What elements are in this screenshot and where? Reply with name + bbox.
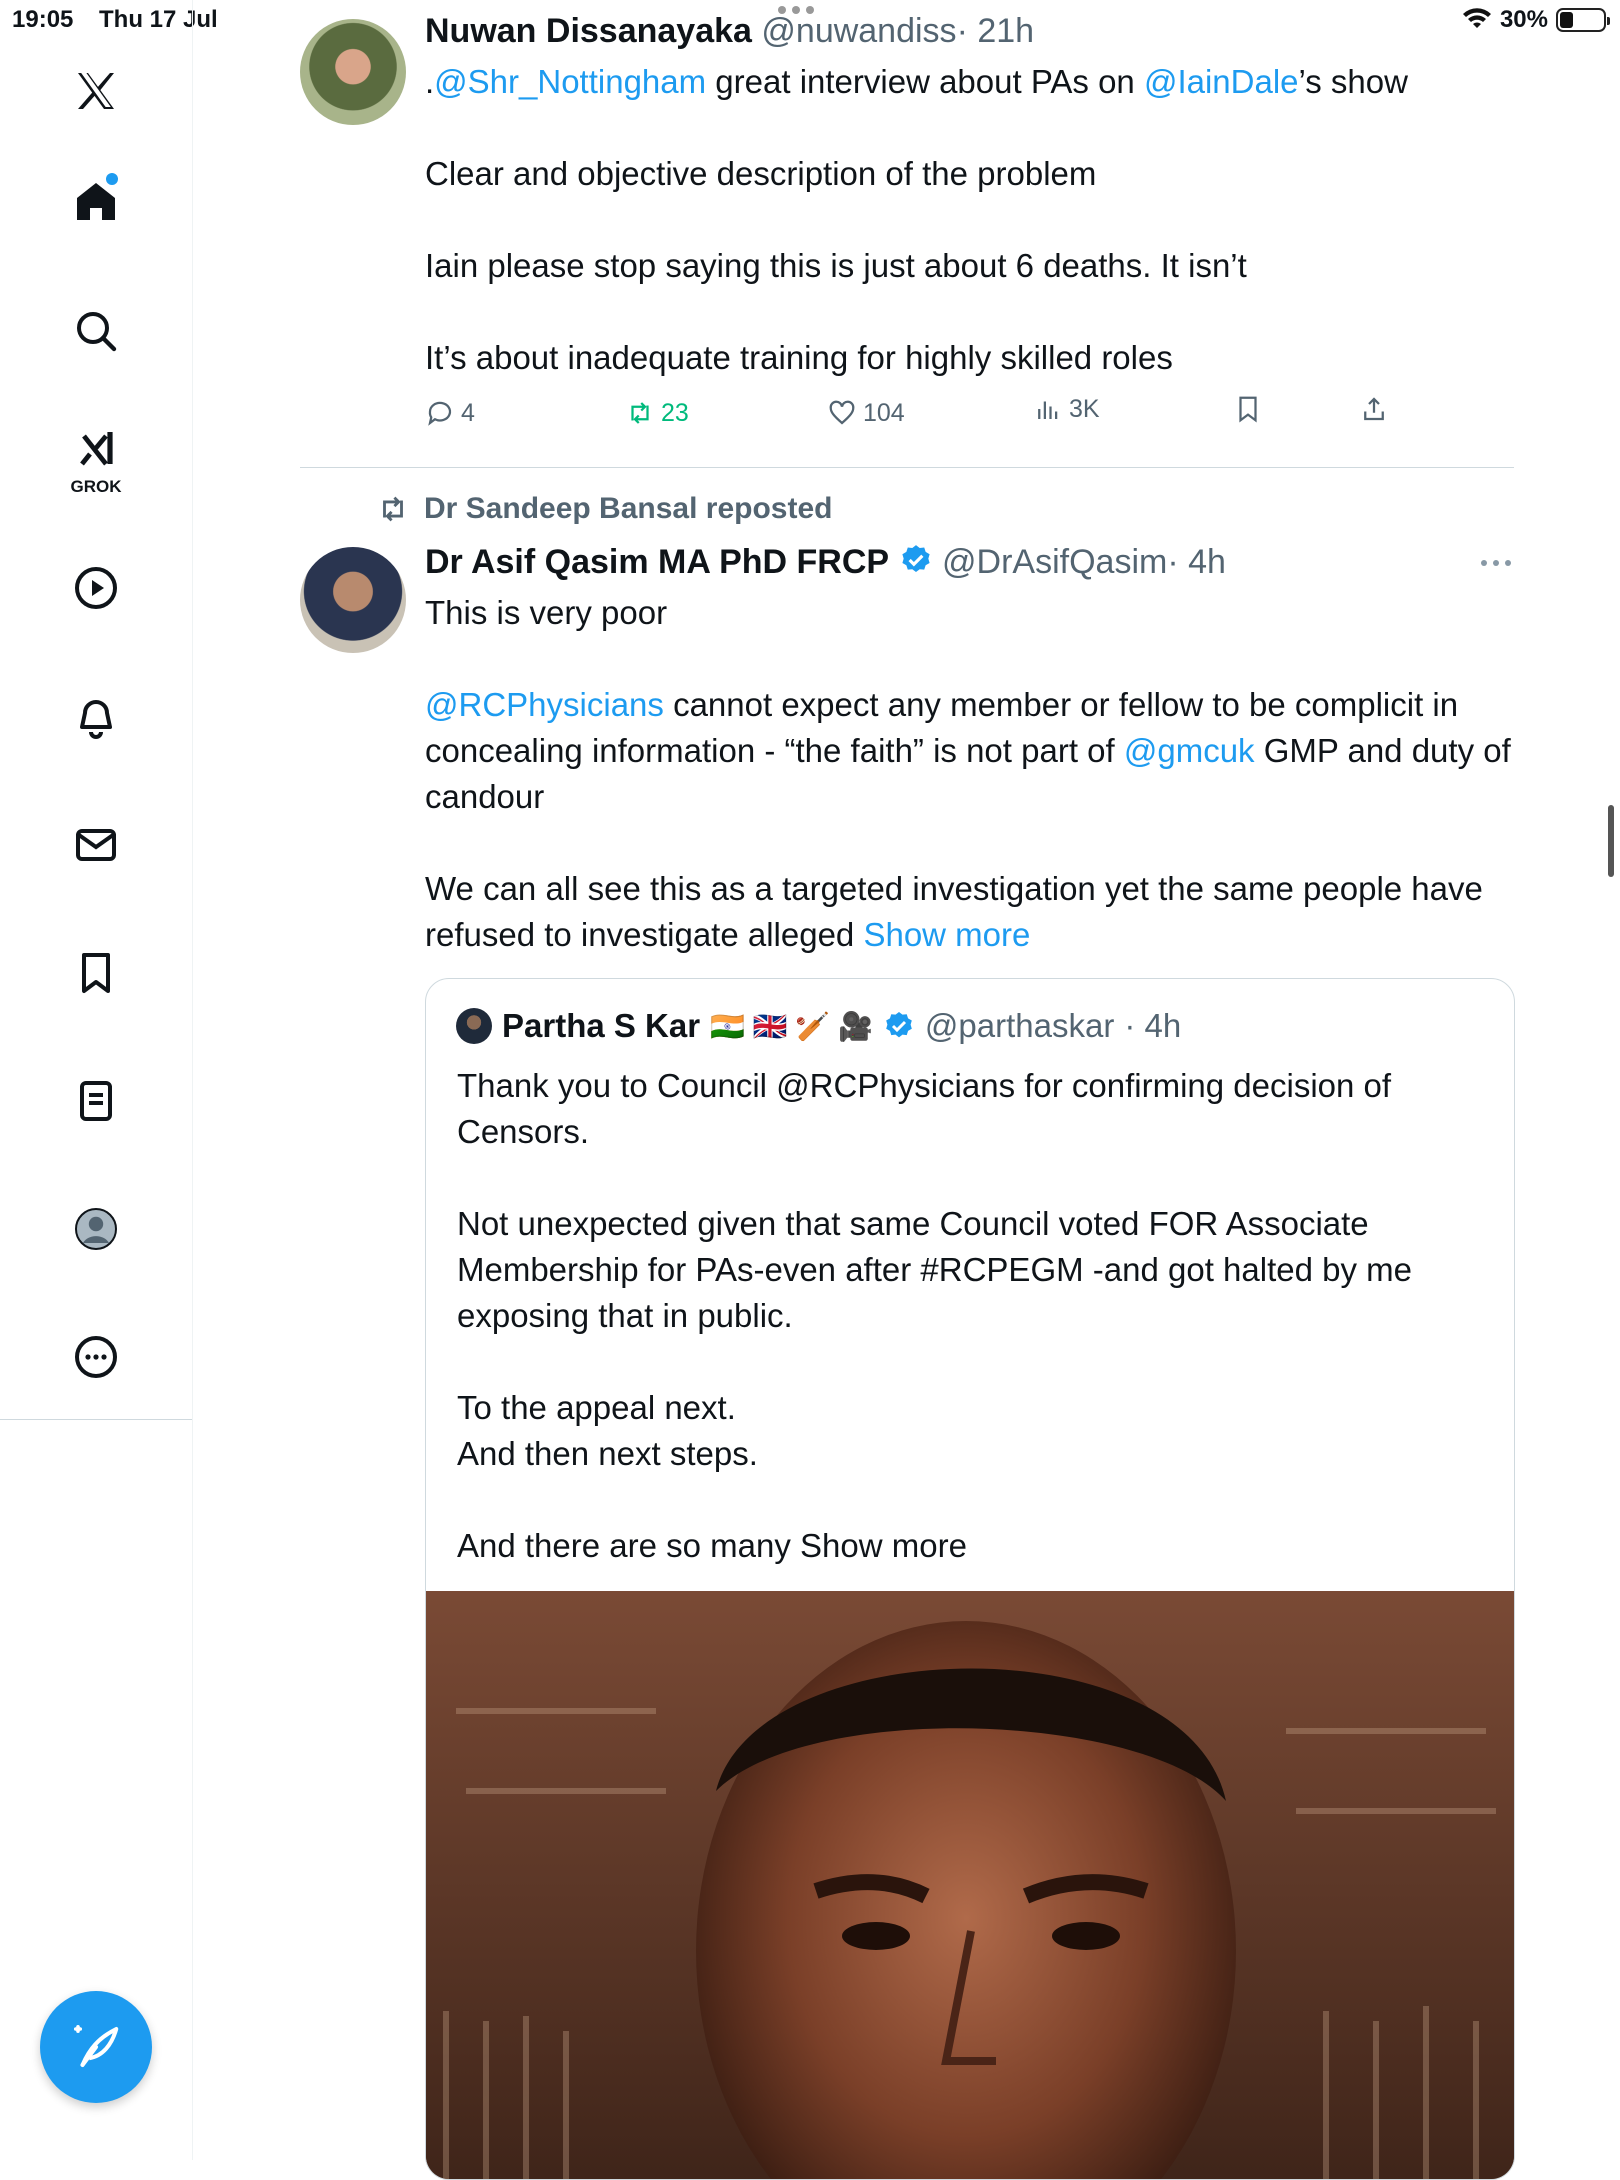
repost-icon	[383, 496, 403, 522]
repost-by-label: Dr Sandeep Bansal reposted	[424, 492, 833, 525]
compose-post-button[interactable]	[40, 1991, 152, 2103]
bell-icon	[80, 700, 112, 739]
repost-button[interactable]: 23	[625, 398, 689, 428]
author-handle[interactable]: @DrAsifQasim	[942, 543, 1167, 581]
scrollbar[interactable]	[1608, 805, 1614, 877]
verified-badge-icon	[886, 1012, 912, 1038]
sidebar-item-messages[interactable]	[56, 805, 136, 885]
bookmark-icon	[1239, 396, 1257, 423]
compose-feather-icon	[73, 2024, 119, 2068]
view-count: 3K	[1069, 394, 1100, 423]
tweet-text: This is very poor @RCPhysicians cannot e…	[425, 590, 1515, 958]
sidebar-item-home[interactable]	[56, 162, 136, 242]
search-icon	[77, 312, 117, 352]
play-circle-icon	[75, 567, 117, 609]
envelope-icon	[76, 829, 116, 861]
repost-attribution[interactable]: Dr Sandeep Bansal reposted	[376, 492, 832, 526]
status-right: 30%	[1462, 6, 1610, 34]
quote-author-handle[interactable]: @parthaskar	[925, 1007, 1114, 1045]
like-count: 104	[863, 398, 905, 427]
tweet-text-part: .	[425, 63, 435, 100]
reply-icon	[428, 401, 452, 426]
reply-button[interactable]: 4	[425, 398, 475, 428]
grok-label: GROK	[70, 477, 122, 496]
bookmark-button[interactable]	[1233, 394, 1263, 424]
mention-link[interactable]: @RCPhysicians	[425, 686, 664, 723]
mention-link[interactable]: @gmcuk	[1124, 732, 1255, 769]
repost-count: 23	[661, 398, 689, 427]
quote-show-more[interactable]: Show more	[800, 1527, 967, 1564]
sidebar-item-more[interactable]	[56, 1317, 136, 1397]
unread-indicator	[106, 173, 118, 185]
tweet-author-line: Dr Asif Qasim MA PhD FRCP @DrAsifQasim· …	[425, 543, 1226, 582]
repost-icon	[631, 402, 649, 424]
tweet-text-part: great interview about PAs on	[706, 63, 1144, 100]
author-name[interactable]: Nuwan Dissanayaka	[425, 12, 752, 50]
list-icon	[80, 1081, 112, 1121]
tweet-text: .@Shr_Nottingham great interview about P…	[425, 59, 1515, 381]
tweet-time[interactable]: · 4h	[1167, 543, 1226, 581]
quote-text-body: Thank you to Council @RCPhysicians for c…	[457, 1067, 1412, 1564]
quote-author-name[interactable]: Partha S Kar	[502, 1007, 700, 1045]
avatar[interactable]	[300, 547, 406, 653]
sidebar-item-videos[interactable]	[56, 548, 136, 628]
media-photo	[426, 1591, 1514, 2179]
views-chart-icon	[1038, 401, 1058, 419]
avatar[interactable]	[300, 19, 406, 125]
quote-time: · 4h	[1124, 1007, 1182, 1044]
quoted-tweet-card[interactable]: Partha S Kar 🇮🇳 🇬🇧 🏏 🎥 @parthaskar · 4h T…	[425, 978, 1515, 2180]
tweet-time[interactable]: · 21h	[957, 12, 1035, 50]
share-button[interactable]	[1359, 394, 1389, 424]
sidebar-item-notifications[interactable]	[56, 677, 136, 757]
sidebar: GROK	[0, 0, 193, 2160]
share-icon	[1364, 397, 1384, 421]
author-name[interactable]: Dr Asif Qasim MA PhD FRCP	[425, 543, 889, 581]
sidebar-item-lists[interactable]	[56, 1061, 136, 1141]
avatar[interactable]	[456, 1008, 492, 1044]
mention-link[interactable]: @Shr_Nottingham	[434, 63, 706, 100]
tweet-author-line: Nuwan Dissanayaka @nuwandiss· 21h	[425, 12, 1034, 51]
tweet-more-options-icon[interactable]	[1481, 560, 1511, 566]
sidebar-item-explore[interactable]	[56, 291, 136, 371]
home-icon	[77, 183, 115, 220]
sidebar-item-profile[interactable]	[56, 1189, 136, 1269]
more-circle-icon	[75, 1336, 117, 1378]
profile-avatar-icon	[75, 1208, 117, 1250]
quote-media-image[interactable]	[426, 1591, 1514, 2179]
wifi-icon	[1462, 8, 1491, 28]
author-handle[interactable]: @nuwandiss	[761, 12, 956, 50]
verified-badge-icon	[901, 545, 930, 573]
sidebar-item-bookmarks[interactable]	[56, 933, 136, 1013]
x-logo-icon[interactable]	[56, 51, 136, 131]
like-button[interactable]: 104	[827, 398, 905, 428]
tweet-text-part: ’s show Clear and objective description …	[425, 63, 1408, 376]
reply-count: 4	[461, 398, 475, 427]
tweet-actions: 4 23 104 3K	[425, 395, 1405, 438]
battery-icon	[1556, 8, 1610, 32]
quote-text: Thank you to Council @RCPhysicians for c…	[457, 1063, 1487, 1569]
quote-author-line: Partha S Kar 🇮🇳 🇬🇧 🏏 🎥 @parthaskar · 4h	[456, 1007, 1181, 1045]
sidebar-divider	[0, 1419, 192, 1420]
mention-link[interactable]: @IainDale	[1144, 63, 1299, 100]
battery-percent: 30%	[1499, 6, 1548, 33]
tweet-text-part: This is very poor	[425, 594, 668, 631]
quote-author-flags: 🇮🇳 🇬🇧 🏏 🎥	[710, 1010, 873, 1042]
heart-icon	[829, 400, 855, 425]
views-button[interactable]: 3K	[1033, 394, 1100, 424]
bookmark-icon	[82, 953, 110, 993]
grok-icon	[80, 432, 113, 466]
show-more-link[interactable]: Show more	[863, 916, 1030, 953]
tweet-divider	[300, 467, 1514, 468]
